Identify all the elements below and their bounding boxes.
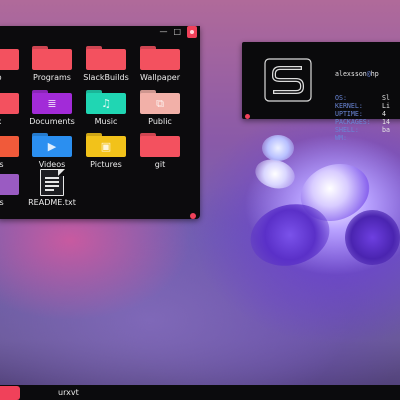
terminal-info-key: SHELL: <box>335 126 359 134</box>
music-folder-icon: ♫ <box>86 90 126 114</box>
terminal-info-fields: OS: Sl KERNEL: Li UPTIME: 4 PACKAGES: 14 SHELL: b… <box>335 94 390 142</box>
folder-icon <box>0 46 19 70</box>
neofetch-output: alexsson @ hp OS: Sl KERNEL: Li UPTIME: 4 PACKAG… <box>335 54 390 158</box>
terminal-info-value: ba <box>382 126 390 134</box>
folder-icon <box>0 171 19 195</box>
file-item-label: Wallpaper <box>139 73 180 82</box>
terminal-info-value: 4 <box>382 110 386 118</box>
terminal-info-row: PACKAGES: 14 <box>335 118 390 126</box>
file-item[interactable]: git <box>131 133 189 173</box>
file-item[interactable]: Wallpaper <box>131 46 189 86</box>
documents-folder-icon: ≣ <box>32 90 72 114</box>
videos-folder-icon: ▶ <box>32 133 72 157</box>
terminal-info-row: WM: <box>335 134 390 142</box>
wallpaper-flower-petal <box>252 155 298 193</box>
terminal-info-key: OS: <box>335 94 347 102</box>
folder-icon <box>0 90 19 114</box>
close-button[interactable] <box>187 26 197 38</box>
terminal-info-row: UPTIME: 4 <box>335 110 390 118</box>
file-item-label: README.txt <box>28 198 76 207</box>
wallpaper-flower-petal <box>345 210 400 265</box>
public-folder-icon: ⧉ <box>140 90 180 114</box>
slackware-logo <box>264 58 312 102</box>
file-item-label: git <box>154 160 166 169</box>
folder-icon <box>140 133 180 157</box>
text-file-icon <box>40 168 65 196</box>
wallpaper-flower-petal <box>262 135 294 161</box>
terminal-info-key: KERNEL: <box>335 102 363 110</box>
file-item[interactable]: README.txt <box>23 168 81 211</box>
window-corner-indicator <box>245 114 250 119</box>
terminal-info-row: OS: Sl <box>335 94 390 102</box>
window-corner-indicator <box>190 213 196 219</box>
terminal-info-value: 14 <box>382 118 390 126</box>
terminal-info-key: UPTIME: <box>335 110 363 118</box>
terminal-info-key: WM: <box>335 134 347 142</box>
terminal-info-key: PACKAGES: <box>335 118 371 126</box>
taskbar-launcher-button[interactable] <box>0 386 20 400</box>
pictures-folder-icon: ▣ <box>86 133 126 157</box>
terminal-hostname: hp <box>370 70 379 78</box>
terminal-info-value: Sl <box>382 94 390 102</box>
taskbar: urxvt <box>0 385 400 400</box>
terminal-user-line: alexsson @ hp <box>335 70 390 78</box>
minimize-icon[interactable]: — <box>159 28 167 36</box>
file-item[interactable]: ⧉ Public <box>131 90 189 130</box>
file-manager-window[interactable]: — □ pProgramsSlackBuildsWallpaperx≣Docum… <box>0 26 200 219</box>
taskbar-window-urxvt[interactable]: urxvt <box>58 388 79 397</box>
terminal-info-value: Li <box>382 102 390 110</box>
file-item-label: Public <box>148 117 172 126</box>
folder-icon <box>140 46 180 70</box>
terminal-username: alexsson <box>335 70 367 78</box>
close-icon <box>190 30 194 34</box>
file-manager-titlebar[interactable]: — □ <box>0 26 200 38</box>
folder-icon <box>86 46 126 70</box>
terminal-info-row: KERNEL: Li <box>335 102 390 110</box>
terminal-info-row: SHELL: ba <box>335 126 390 134</box>
folder-icon <box>0 133 19 157</box>
maximize-icon[interactable]: □ <box>173 28 181 36</box>
folder-icon <box>32 46 72 70</box>
terminal-window[interactable]: alexsson @ hp OS: Sl KERNEL: Li UPTIME: 4 PACKAG… <box>242 42 400 142</box>
